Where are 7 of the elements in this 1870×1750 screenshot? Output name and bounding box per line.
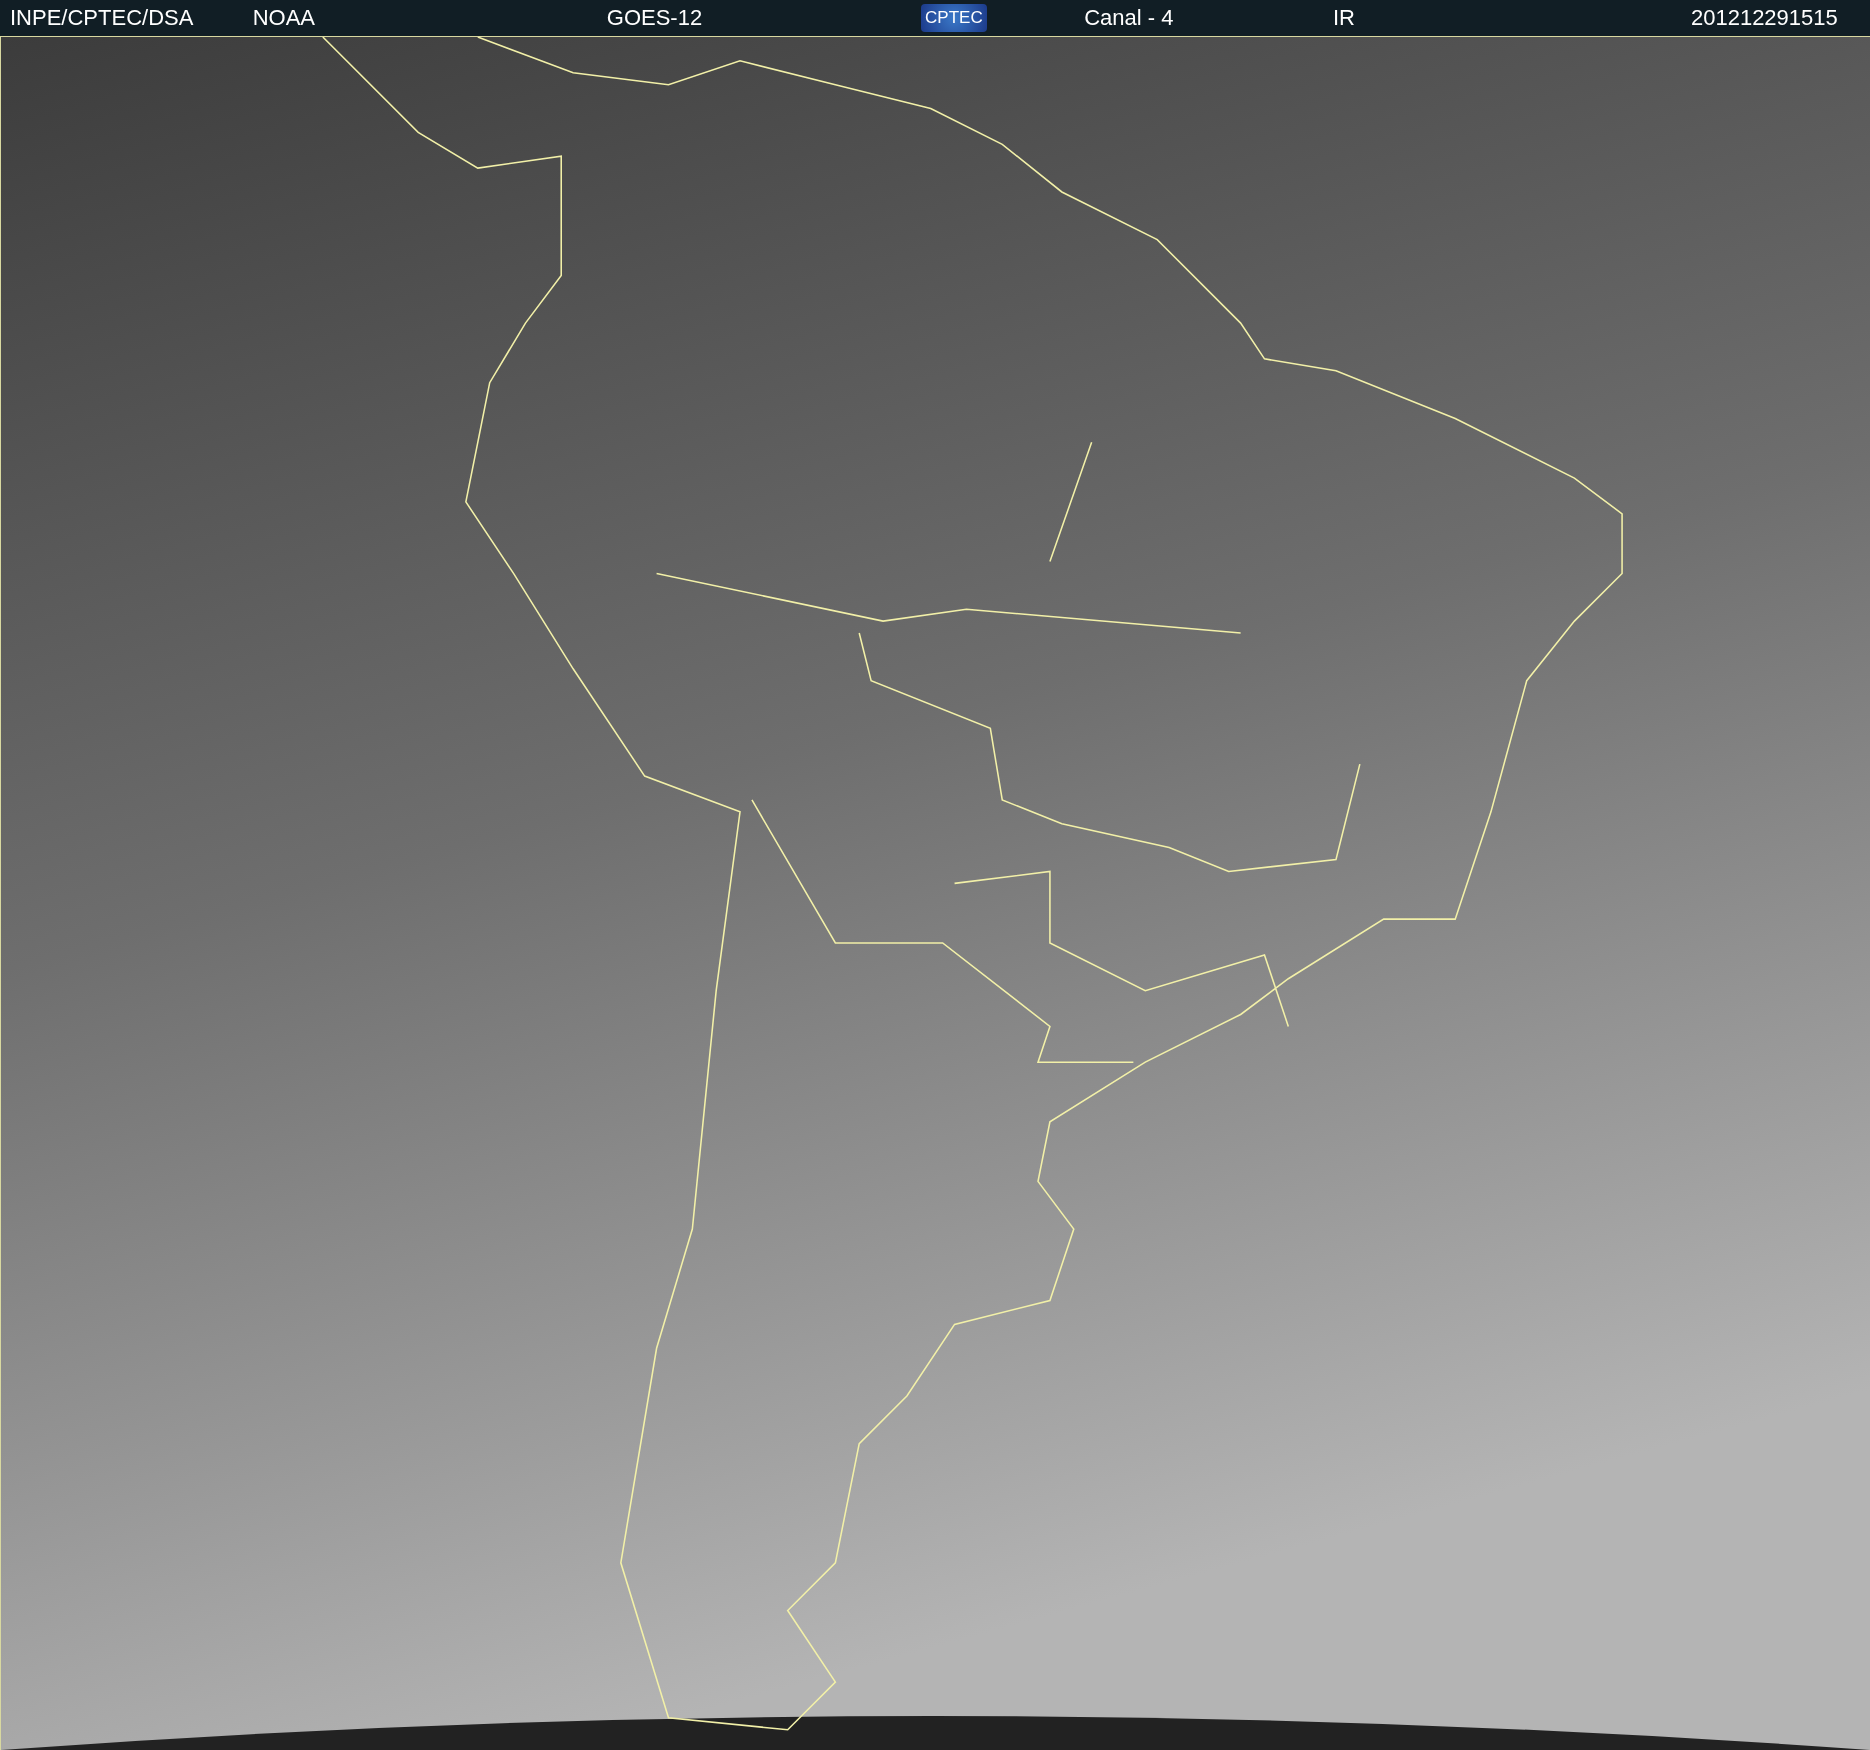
- header-label: INPE/CPTEC/DSA: [10, 5, 194, 31]
- logo: CPTEC: [921, 4, 987, 32]
- header-label: Canal - 4: [1084, 5, 1174, 31]
- header-label: IR: [1332, 5, 1355, 31]
- header-label: 201212291515: [1690, 5, 1838, 31]
- header-label: GOES-12: [606, 5, 703, 31]
- header-label: NOAA: [252, 5, 316, 31]
